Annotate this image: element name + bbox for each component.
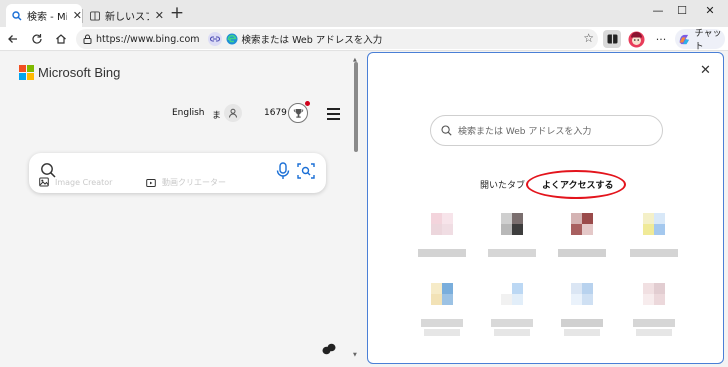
scrollbar-thumb[interactable]	[354, 62, 358, 152]
rewards-trophy-icon[interactable]	[288, 103, 308, 123]
refresh-icon	[32, 34, 42, 44]
rewards-points[interactable]: 1679	[264, 108, 287, 118]
language-link[interactable]: English	[172, 108, 205, 118]
split-screen-button[interactable]	[603, 30, 621, 48]
hamburger-menu-icon[interactable]	[327, 108, 340, 120]
search-icon	[41, 163, 56, 178]
copilot-label: チャット	[694, 29, 722, 52]
link-icon[interactable]	[207, 32, 222, 46]
edge-logo-icon	[226, 33, 238, 45]
site-favicon-icon	[431, 213, 453, 235]
scroll-down-arrow-icon[interactable]: ▼	[353, 352, 357, 358]
site-favicon-icon	[501, 213, 523, 235]
tab-open-tabs[interactable]: 開いたタブ	[480, 178, 525, 191]
site-title-blurred	[418, 249, 466, 257]
site-tile[interactable]	[488, 281, 536, 341]
video-creator-icon	[146, 178, 156, 187]
title-bar: 検索 - Micro ✕ 新しいスプリッ ✕ + — ☐ ✕	[0, 0, 728, 27]
image-creator-icon	[39, 177, 49, 187]
site-tile[interactable]	[558, 211, 606, 271]
microsoft-logo-icon	[19, 65, 34, 80]
site-title-blurred	[630, 249, 678, 257]
copilot-icon	[679, 34, 689, 44]
avatar-icon	[628, 31, 644, 47]
copilot-button[interactable]: チャット	[675, 29, 725, 52]
tab-new-split[interactable]: 新しいスプリッ ✕	[84, 4, 164, 27]
site-tile[interactable]	[488, 211, 536, 271]
video-creator-label: 動画クリエーター	[162, 178, 226, 187]
refresh-button[interactable]	[27, 29, 47, 49]
video-creator-chip[interactable]: 動画クリエーター	[146, 177, 226, 188]
site-favicon-icon	[431, 283, 453, 305]
site-tile[interactable]	[630, 211, 678, 271]
site-title-blurred	[421, 319, 463, 327]
site-favicon-icon	[571, 283, 593, 305]
feedback-chat-icon[interactable]	[322, 343, 336, 355]
notification-dot	[305, 101, 310, 106]
site-tile[interactable]	[418, 211, 466, 271]
back-arrow-icon	[8, 35, 17, 43]
minimize-button[interactable]: —	[646, 4, 670, 17]
split-tab-icon	[90, 10, 100, 21]
profile-avatar[interactable]	[627, 30, 645, 48]
right-pane-new-tab: ✕ 検索または Web アドレスを入力 開いたタブ よくアクセスする	[367, 52, 724, 364]
new-tab-button[interactable]: +	[168, 3, 186, 23]
microphone-icon[interactable]	[276, 162, 290, 180]
user-icon[interactable]	[224, 104, 242, 122]
image-creator-chip[interactable]: Image Creator	[39, 177, 112, 187]
site-title-blurred	[564, 329, 600, 336]
red-annotation-circle	[526, 170, 626, 199]
site-title-blurred	[636, 329, 672, 336]
tab-bing-search[interactable]: 検索 - Micro ✕	[6, 4, 82, 27]
site-favicon-icon	[501, 283, 523, 305]
site-title-blurred	[491, 319, 533, 327]
site-tile[interactable]	[558, 281, 606, 341]
close-tab-icon[interactable]: ✕	[73, 9, 82, 22]
close-pane-icon[interactable]: ✕	[700, 63, 711, 78]
search-icon	[441, 125, 452, 136]
site-favicon-icon	[571, 213, 593, 235]
site-title-blurred	[561, 319, 603, 327]
back-button[interactable]	[3, 29, 23, 49]
left-pane-bing: Microsoft Bing English ま 1679 Image Crea…	[0, 52, 360, 367]
tab-label: 新しいスプリッ	[105, 12, 149, 23]
new-tab-search-placeholder: 検索または Web アドレスを入力	[458, 127, 592, 137]
site-favicon-icon	[643, 283, 665, 305]
bing-logo-text: Microsoft Bing	[38, 65, 121, 80]
bing-search-box[interactable]: Image Creator 動画クリエーター	[29, 153, 326, 193]
search-icon	[12, 10, 22, 21]
user-name[interactable]: ま	[212, 108, 221, 121]
tab-divider	[82, 9, 83, 23]
address-bar[interactable]: https://www.bing.com 検索または Web アドレスを入力 ☆	[76, 29, 598, 49]
more-options-button[interactable]: ···	[652, 30, 670, 48]
address-bar-search-text: 検索または Web アドレスを入力	[241, 35, 383, 46]
close-tab-icon[interactable]: ✕	[155, 9, 164, 22]
visual-search-icon[interactable]	[297, 162, 315, 180]
close-window-button[interactable]: ✕	[698, 4, 722, 17]
home-icon	[56, 34, 66, 44]
url-text: https://www.bing.com	[96, 33, 200, 45]
site-title-blurred	[424, 329, 460, 336]
split-screen-icon	[607, 34, 617, 44]
bing-logo[interactable]: Microsoft Bing	[19, 65, 120, 80]
site-title-blurred	[488, 249, 536, 257]
lock-icon	[80, 34, 94, 44]
favorite-star-icon[interactable]: ☆	[583, 31, 594, 45]
home-button[interactable]	[51, 29, 71, 49]
site-title-blurred	[633, 319, 675, 327]
site-title-blurred	[494, 329, 530, 336]
image-creator-label: Image Creator	[55, 177, 113, 187]
site-favicon-icon	[643, 213, 665, 235]
site-title-blurred	[558, 249, 606, 257]
tab-label: 検索 - Micro	[27, 12, 67, 23]
site-tile[interactable]	[630, 281, 678, 341]
browser-toolbar: https://www.bing.com 検索または Web アドレスを入力 ☆…	[0, 27, 728, 52]
site-tile[interactable]	[418, 281, 466, 341]
maximize-button[interactable]: ☐	[670, 4, 694, 17]
new-tab-search-box[interactable]: 検索または Web アドレスを入力	[430, 115, 663, 146]
